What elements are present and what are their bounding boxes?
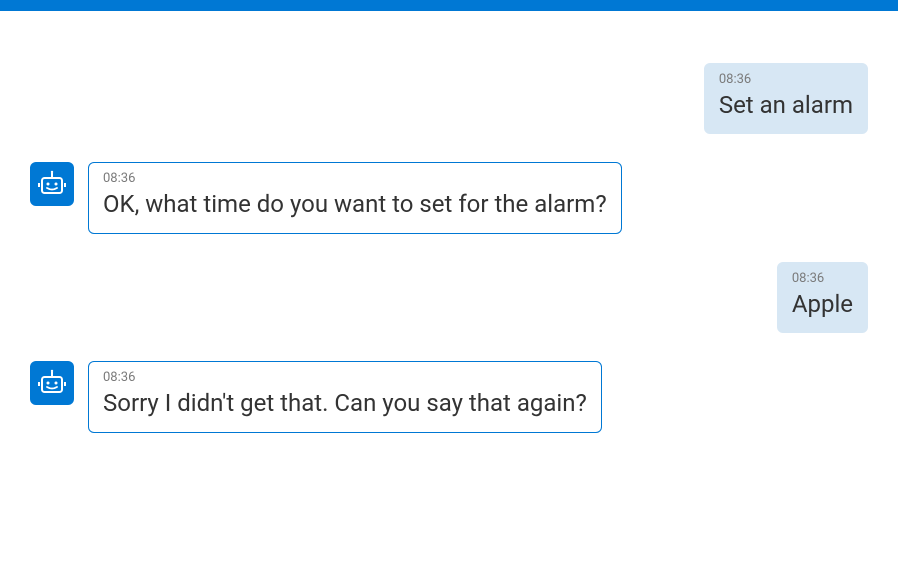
bot-avatar xyxy=(30,361,74,405)
message-text: Sorry I didn't get that. Can you say tha… xyxy=(103,387,587,419)
bot-icon xyxy=(37,169,67,199)
message-timestamp: 08:36 xyxy=(719,72,853,87)
message-text: OK, what time do you want to set for the… xyxy=(103,188,607,220)
chat-bubble-bot[interactable]: 08:36 OK, what time do you want to set f… xyxy=(88,162,622,233)
message-timestamp: 08:36 xyxy=(792,271,853,286)
top-bar xyxy=(0,0,898,11)
message-text: Apple xyxy=(792,288,853,320)
message-timestamp: 08:36 xyxy=(103,370,587,385)
message-row-bot: 08:36 OK, what time do you want to set f… xyxy=(30,162,868,233)
message-row-user: 08:36 Apple xyxy=(30,262,868,333)
bot-icon xyxy=(37,368,67,398)
chat-bubble-user[interactable]: 08:36 Set an alarm xyxy=(704,63,868,134)
bot-avatar xyxy=(30,162,74,206)
chat-bubble-user[interactable]: 08:36 Apple xyxy=(777,262,868,333)
chat-bubble-bot[interactable]: 08:36 Sorry I didn't get that. Can you s… xyxy=(88,361,602,432)
chat-container: 08:36 Set an alarm 08:36 OK, wha xyxy=(0,11,898,453)
message-row-user: 08:36 Set an alarm xyxy=(30,63,868,134)
message-timestamp: 08:36 xyxy=(103,171,607,186)
message-row-bot: 08:36 Sorry I didn't get that. Can you s… xyxy=(30,361,868,432)
message-text: Set an alarm xyxy=(719,89,853,121)
